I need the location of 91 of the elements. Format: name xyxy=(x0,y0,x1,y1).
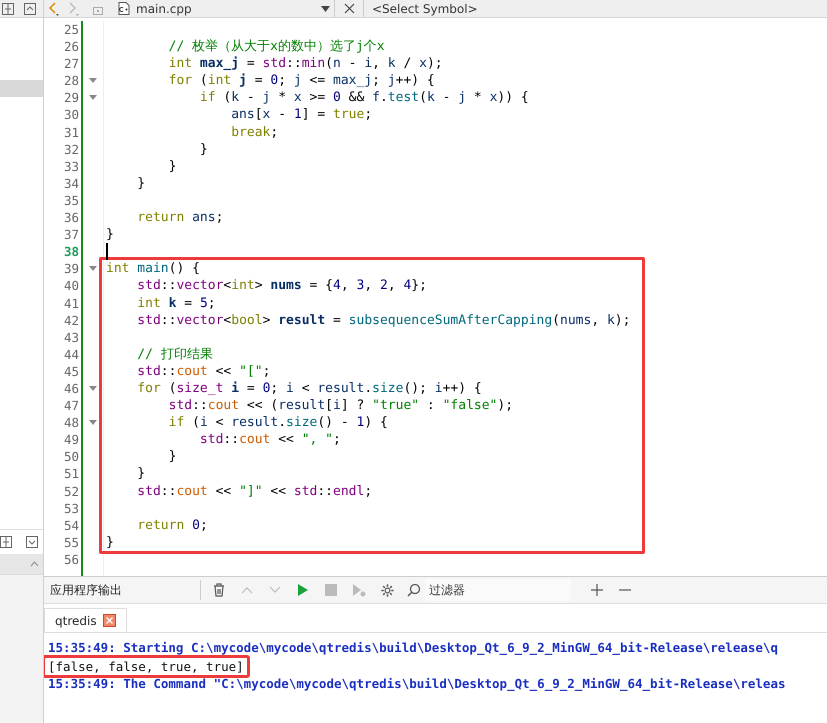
split-icon xyxy=(2,2,14,14)
dropdown-icon[interactable] xyxy=(26,536,38,548)
play-icon xyxy=(297,583,309,597)
settings-icon xyxy=(380,582,394,598)
close-icon[interactable] xyxy=(102,614,116,627)
close-icon xyxy=(344,3,354,14)
line-number: 37 xyxy=(62,226,80,244)
fold-arrow-icon[interactable] xyxy=(89,386,97,392)
line-number: 35 xyxy=(62,192,80,210)
line-number: 40 xyxy=(62,277,80,294)
fold-arrow-icon[interactable] xyxy=(89,95,97,100)
caret-down-icon xyxy=(269,586,281,594)
line-number: 52 xyxy=(62,482,80,500)
code-line: } xyxy=(168,158,176,174)
line-number: 38 xyxy=(62,243,80,260)
code-line: } xyxy=(106,534,114,550)
code-line: std::cout << "["; xyxy=(136,364,270,379)
code-line: int max_j = std::min(n - i, k / x); xyxy=(168,56,443,72)
code-line: if (k - j * x >= 0 && f.test(k - j * x)) { xyxy=(198,90,529,106)
dropdown-arrow-icon xyxy=(321,6,330,12)
line-number: 56 xyxy=(62,550,80,568)
line-number: 41 xyxy=(62,294,80,312)
output-line: 15:35:49: The Command "C:\mycode\mycode\qtredis\build\Desktop_Qt_6_9_2_MinGW_64_bit-Release\releas xyxy=(48,675,787,692)
output-tab[interactable]: qtredis xyxy=(44,608,127,632)
line-number: 33 xyxy=(62,158,80,175)
code-line: break; xyxy=(230,124,278,140)
line-number: 48 xyxy=(62,414,80,432)
code-line: int main() { xyxy=(106,261,200,276)
file-selector[interactable]: main.cpp xyxy=(114,0,334,17)
split-icon[interactable] xyxy=(0,536,12,548)
forward-arrow-icon xyxy=(68,2,80,16)
code-line: for (size_t i = 0; i < result.size(); i++) { xyxy=(136,380,482,396)
collapse-icon xyxy=(24,2,36,14)
line-number: 32 xyxy=(62,140,80,158)
line-number: 34 xyxy=(62,174,80,192)
cpp-file-icon xyxy=(118,2,130,15)
line-number: 49 xyxy=(62,431,80,448)
trash-icon xyxy=(212,582,226,598)
line-number: 25 xyxy=(62,21,80,38)
line-number: 26 xyxy=(62,38,80,56)
line-number: 55 xyxy=(62,534,80,551)
line-number: 47 xyxy=(62,397,80,414)
code-line: } xyxy=(168,449,176,464)
line-number: 43 xyxy=(62,328,80,346)
code-line: } xyxy=(136,466,146,482)
fold-arrow-icon[interactable] xyxy=(89,266,97,272)
output-line: 15:35:49: Starting C:\mycode\mycode\qtredis\build\Desktop_Qt_6_9_2_MinGW_64_bit-Release\release\q xyxy=(48,639,779,656)
code-line: // 枚举（从大于x的数中）选了j个x xyxy=(168,39,385,54)
code-line: } xyxy=(198,142,208,157)
scroll-up-icon[interactable] xyxy=(30,561,39,567)
symbol-selector[interactable]: <Select Symbol> xyxy=(364,2,486,16)
code-line: std::cout << "]" << std::endl; xyxy=(136,484,372,499)
code-line: std::cout << ", "; xyxy=(198,432,341,448)
play-bug-icon xyxy=(352,583,366,597)
code-line: return ans; xyxy=(136,210,224,226)
fold-arrow-icon[interactable] xyxy=(89,78,97,84)
stop-icon xyxy=(325,584,337,596)
line-number: 53 xyxy=(62,500,80,517)
line-number: 30 xyxy=(62,106,80,124)
plus-icon xyxy=(591,584,603,596)
caret-up-icon xyxy=(241,586,253,594)
code-line: std::vector<int> nums = {4, 3, 2, 4}; xyxy=(136,278,427,294)
line-number: 31 xyxy=(62,124,80,141)
code-line: // 打印结果 xyxy=(136,346,213,362)
code-line: for (int j = 0; j <= max_j; j++) { xyxy=(168,73,435,88)
line-number: 54 xyxy=(62,516,80,534)
minus-icon xyxy=(619,589,631,591)
code-line: } xyxy=(136,176,146,191)
fold-arrow-icon[interactable] xyxy=(89,420,97,426)
line-number: 45 xyxy=(62,362,80,380)
code-line: std::vector<bool> result = subsequenceSumAfterCapping(nums, k); xyxy=(136,312,630,328)
search-icon xyxy=(407,583,421,597)
code-line: return 0; xyxy=(136,518,208,533)
line-number: 50 xyxy=(62,448,80,466)
code-line: } xyxy=(106,227,114,242)
filter-field[interactable]: 过滤器 xyxy=(425,579,571,601)
line-number: 51 xyxy=(62,465,80,483)
line-number: 29 xyxy=(62,89,80,106)
line-number: 44 xyxy=(62,346,80,363)
line-number: 28 xyxy=(62,72,80,90)
line-number: 27 xyxy=(62,55,80,72)
line-number: 42 xyxy=(62,312,80,329)
line-number: 36 xyxy=(62,209,80,226)
code-line: if (i < result.size() - 1) { xyxy=(168,415,388,430)
code-line: int k = 5; xyxy=(136,296,216,310)
panel-title: 应用程序输出 xyxy=(49,582,123,598)
line-number: 46 xyxy=(62,380,80,398)
line-number: 39 xyxy=(62,260,80,278)
back-arrow-icon xyxy=(48,2,60,16)
code-line: ans[x - 1] = true; xyxy=(230,107,372,122)
code-line: std::cout << (result[i] ? "true" : "false"); xyxy=(168,398,514,414)
